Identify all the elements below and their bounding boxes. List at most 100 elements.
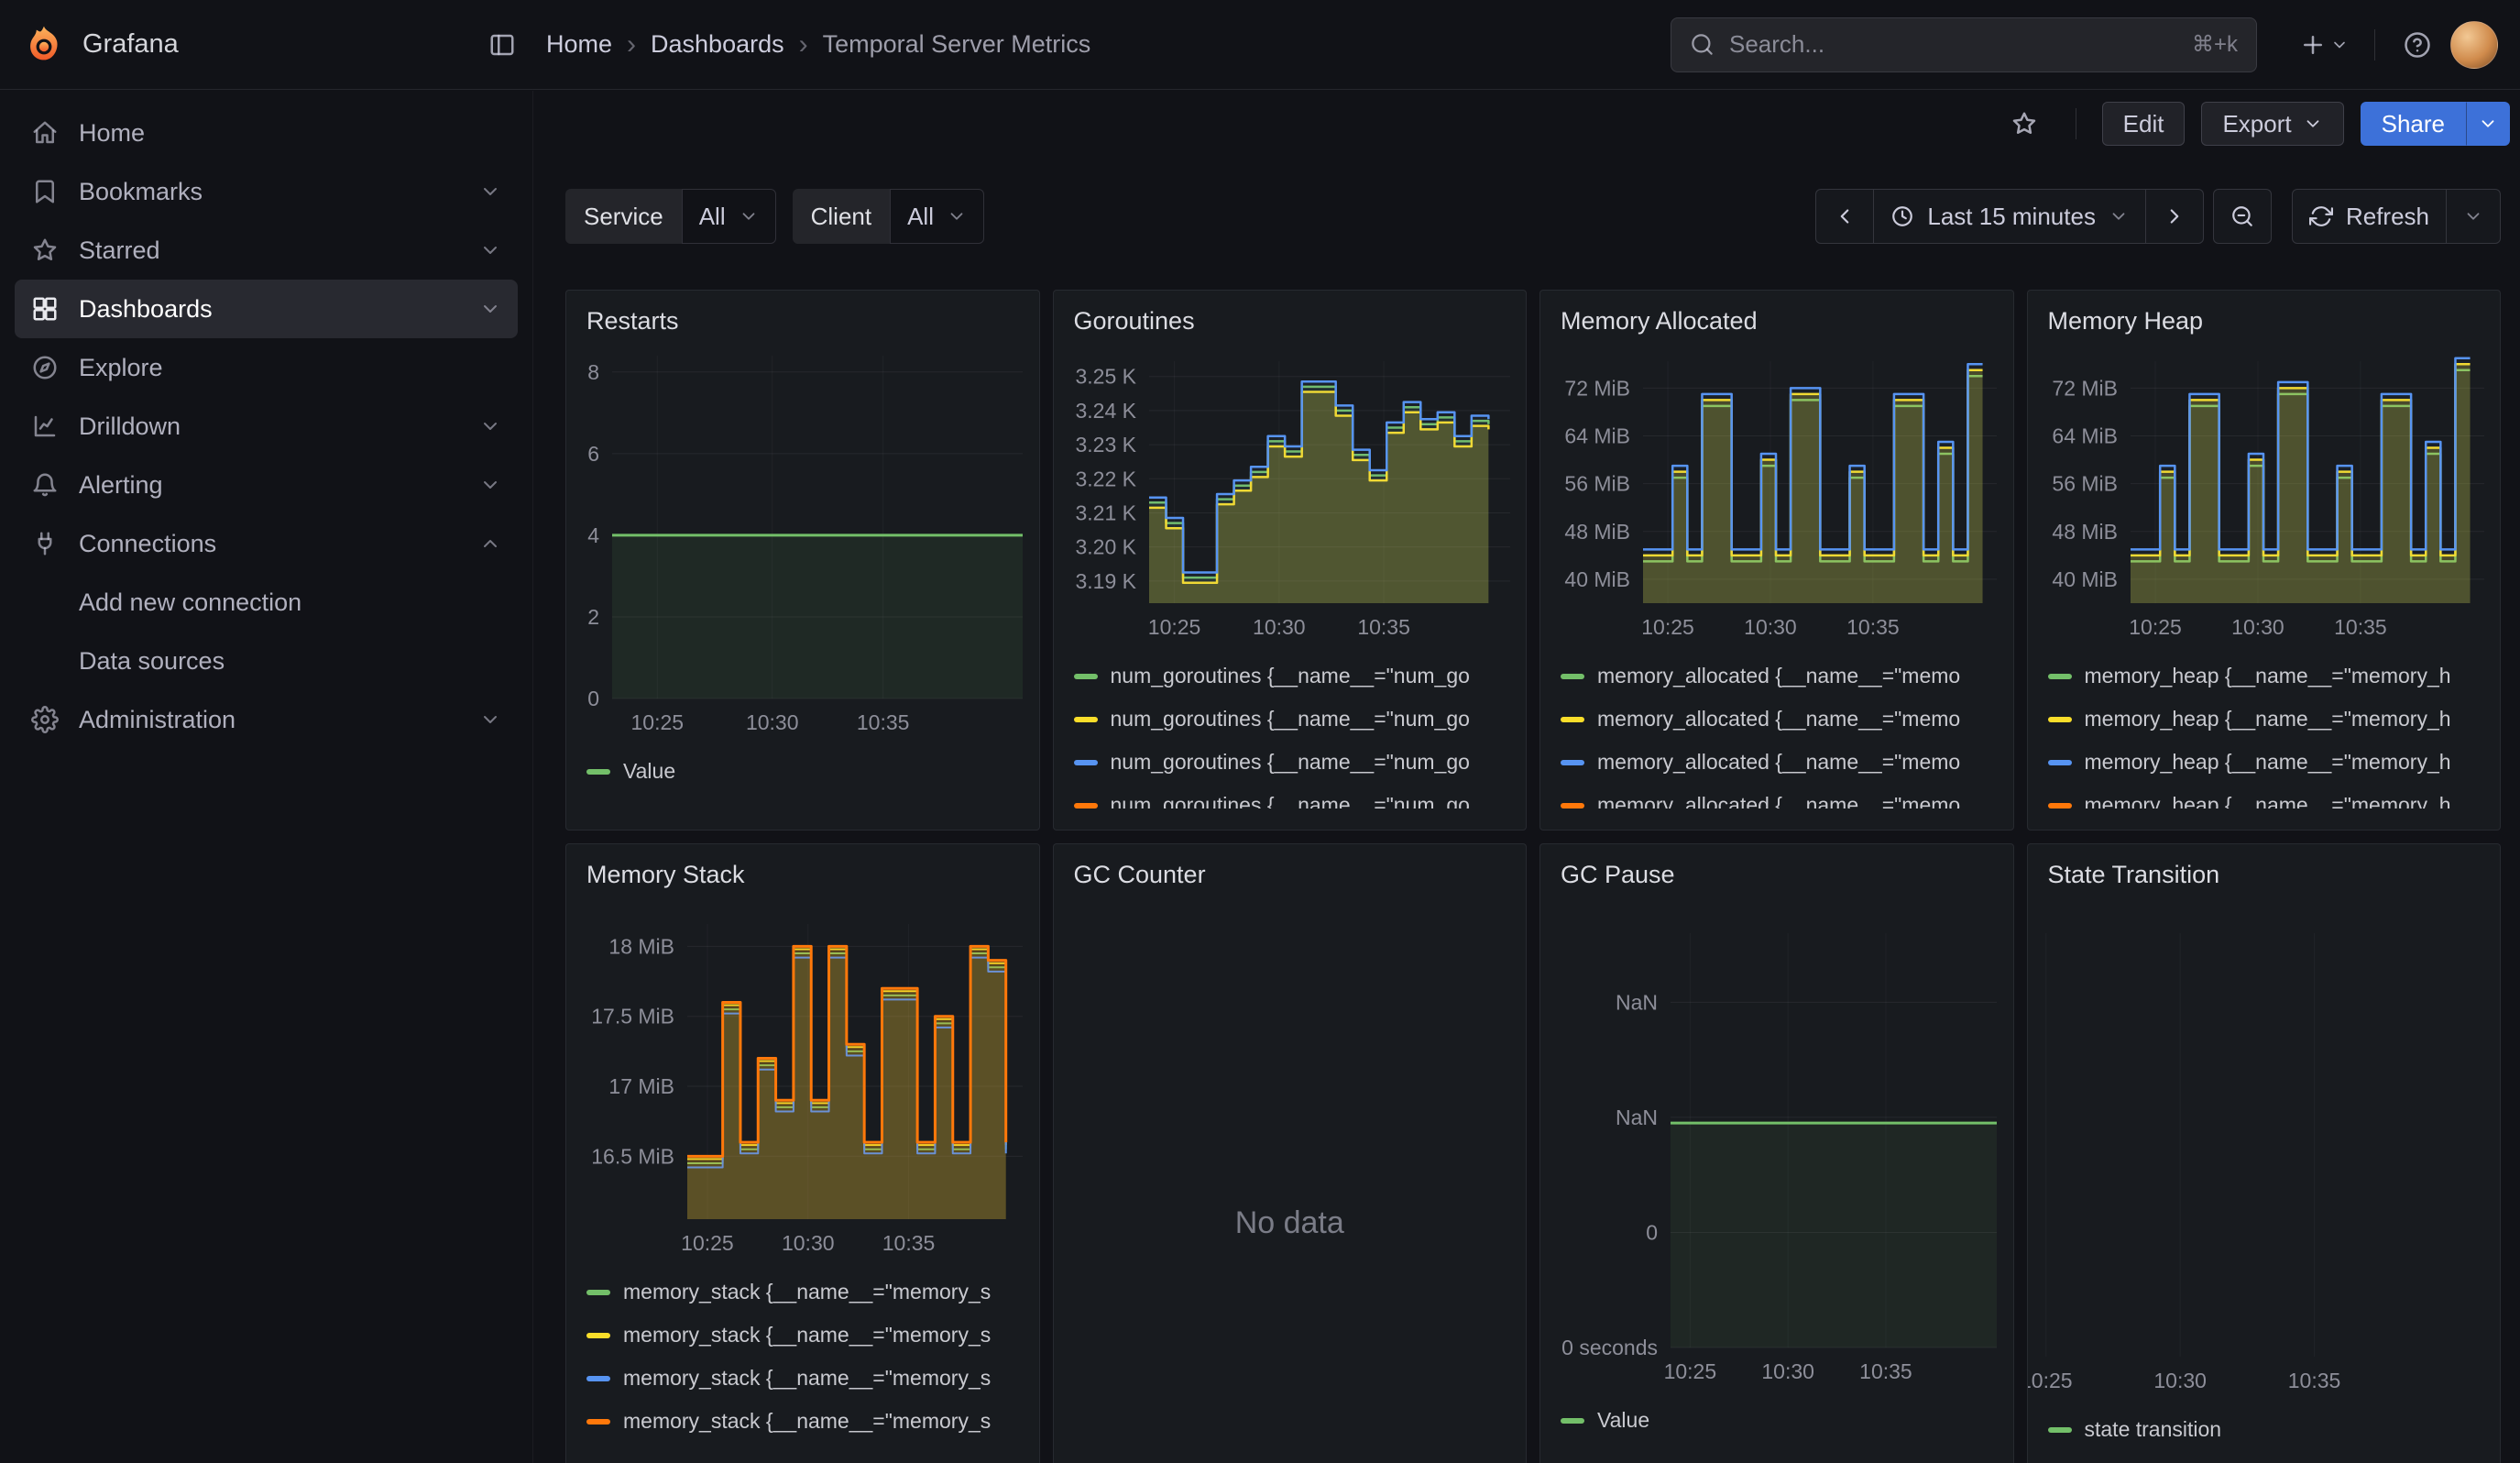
time-shift-forward-button[interactable]	[2145, 189, 2204, 244]
time-series-chart[interactable]: 0 seconds0NaNNaN10:2510:3010:35	[1540, 889, 2013, 1390]
legend-item[interactable]: memory_heap {__name__="memory_h	[2048, 741, 2481, 784]
legend-item[interactable]: memory_stack {__name__="memory_s	[586, 1270, 1019, 1314]
svg-text:40 MiB: 40 MiB	[2052, 567, 2118, 591]
help-button[interactable]	[2392, 19, 2443, 71]
sidebar-item-data-sources[interactable]: Data sources	[15, 632, 518, 690]
sidebar-item-alerting[interactable]: Alerting	[15, 456, 518, 514]
svg-text:72 MiB: 72 MiB	[2052, 376, 2118, 400]
sidebar-item-administration[interactable]: Administration	[15, 690, 518, 749]
sidebar-item-connections[interactable]: Connections	[15, 514, 518, 573]
variable-client-value[interactable]: All	[890, 189, 984, 244]
favorite-button[interactable]	[1999, 98, 2050, 149]
legend-item[interactable]: memory_allocated {__name__="memo	[1561, 741, 1993, 784]
legend-item[interactable]: memory_heap {__name__="memory_h	[2048, 654, 2481, 698]
chevron-down-icon[interactable]	[479, 415, 501, 437]
legend-item[interactable]: state transition	[2048, 1408, 2481, 1451]
chevron-down-icon[interactable]	[479, 181, 501, 203]
time-range-picker[interactable]: Last 15 minutes	[1873, 189, 2146, 244]
legend-item[interactable]: memory_heap {__name__="memory_h	[2048, 698, 2481, 741]
drilldown-icon	[31, 412, 59, 440]
legend-item[interactable]: num_goroutines {__name__="num_go	[1074, 698, 1507, 741]
legend-series-label: memory_stack {__name__="memory_s	[623, 1323, 991, 1348]
svg-text:3.19 K: 3.19 K	[1075, 569, 1136, 593]
sidebar-toggle-button[interactable]	[477, 19, 528, 71]
refresh-interval-button[interactable]	[2446, 189, 2501, 244]
legend-series-label: memory_heap {__name__="memory_h	[2085, 664, 2451, 688]
variable-service-selected: All	[699, 203, 726, 231]
chevron-down-icon	[2109, 206, 2129, 226]
breadcrumb-separator: ›	[799, 31, 808, 59]
sidebar-item-add-new-connection[interactable]: Add new connection	[15, 573, 518, 632]
legend-item[interactable]: Value	[586, 750, 1019, 793]
legend-series-marker	[2048, 760, 2072, 765]
time-series-chart[interactable]: 40 MiB48 MiB56 MiB64 MiB72 MiB10:2510:30…	[2028, 336, 2501, 645]
breadcrumb-home[interactable]: Home	[546, 30, 612, 59]
panel-memory-stack: Memory Stack 16.5 MiB17 MiB17.5 MiB18 Mi…	[565, 843, 1040, 1463]
panel-title[interactable]: GC Pause	[1540, 844, 2013, 889]
edit-button[interactable]: Edit	[2102, 102, 2186, 146]
share-button[interactable]: Share	[2361, 102, 2466, 146]
legend-item[interactable]: memory_stack {__name__="memory_s	[586, 1357, 1019, 1400]
legend-item[interactable]: memory_heap {__name__="memory_h	[2048, 784, 2481, 808]
search-input[interactable]	[1729, 30, 2177, 59]
grafana-logo[interactable]	[22, 23, 66, 67]
legend-item[interactable]: Value	[1561, 1399, 1993, 1442]
search-box[interactable]: ⌘+k	[1671, 17, 2257, 72]
sidebar-item-label: Connections	[79, 530, 216, 558]
legend-item[interactable]: memory_stack {__name__="memory_s	[586, 1400, 1019, 1443]
panel-title[interactable]: Goroutines	[1054, 291, 1527, 336]
dashboards-grid-icon	[31, 295, 59, 323]
panel-title[interactable]: Memory Allocated	[1540, 291, 2013, 336]
legend-item[interactable]: memory_stack {__name__="memory_s	[586, 1314, 1019, 1357]
sidebar-item-home[interactable]: Home	[15, 104, 518, 162]
panel-title[interactable]: GC Counter	[1054, 844, 1527, 889]
variable-client-label: Client	[793, 189, 890, 244]
sidebar-item-explore[interactable]: Explore	[15, 338, 518, 397]
panel-title[interactable]: Restarts	[566, 291, 1039, 336]
legend-series-label: num_goroutines {__name__="num_go	[1111, 664, 1470, 688]
sidebar-item-dashboards[interactable]: Dashboards	[15, 280, 518, 338]
legend-item[interactable]: memory_allocated {__name__="memo	[1561, 784, 1993, 808]
chevron-down-icon[interactable]	[479, 298, 501, 320]
time-series-chart[interactable]: 40 MiB48 MiB56 MiB64 MiB72 MiB10:2510:30…	[1540, 336, 2013, 645]
sidebar-item-bookmarks[interactable]: Bookmarks	[15, 162, 518, 221]
zoom-out-button[interactable]	[2213, 189, 2272, 244]
new-menu-button[interactable]	[2290, 19, 2358, 71]
time-series-chart[interactable]: 3.19 K3.20 K3.21 K3.22 K3.23 K3.24 K3.25…	[1054, 336, 1527, 645]
search-icon	[1690, 32, 1715, 57]
export-button[interactable]: Export	[2201, 102, 2343, 146]
svg-text:10:25: 10:25	[1641, 615, 1694, 639]
chart-legend: memory_allocated {__name__="memomemory_a…	[1540, 654, 2013, 808]
time-controls: Last 15 minutes Refresh	[1815, 189, 2501, 244]
sidebar-item-drilldown[interactable]: Drilldown	[15, 397, 518, 456]
chevron-down-icon[interactable]	[479, 709, 501, 731]
legend-series-label: memory_stack {__name__="memory_s	[623, 1409, 991, 1434]
time-series-chart[interactable]: 0246810:2510:3010:35	[566, 336, 1039, 741]
chevron-up-icon[interactable]	[479, 533, 501, 555]
share-menu-button[interactable]	[2466, 102, 2510, 146]
panel-title[interactable]: State Transition	[2028, 844, 2501, 889]
svg-text:10:25: 10:25	[1147, 615, 1200, 639]
panel-title[interactable]: Memory Stack	[566, 844, 1039, 889]
sidebar-item-starred[interactable]: Starred	[15, 221, 518, 280]
legend-item[interactable]: memory_allocated {__name__="memo	[1561, 654, 1993, 698]
refresh-button[interactable]: Refresh	[2292, 189, 2447, 244]
time-shift-back-button[interactable]	[1815, 189, 1874, 244]
legend-item[interactable]: num_goroutines {__name__="num_go	[1074, 741, 1507, 784]
legend-item[interactable]: num_goroutines {__name__="num_go	[1074, 784, 1507, 808]
legend-item[interactable]: memory_allocated {__name__="memo	[1561, 698, 1993, 741]
chevron-down-icon[interactable]	[479, 474, 501, 496]
variable-service-value[interactable]: All	[682, 189, 776, 244]
svg-text:10:35: 10:35	[857, 710, 910, 734]
time-series-chart[interactable]: 10:2510:3010:35	[2028, 889, 2501, 1399]
time-series-chart[interactable]: 16.5 MiB17 MiB17.5 MiB18 MiB10:2510:3010…	[566, 889, 1039, 1261]
legend-item[interactable]: num_goroutines {__name__="num_go	[1074, 654, 1507, 698]
user-avatar[interactable]	[2450, 21, 2498, 69]
breadcrumb-dashboards[interactable]: Dashboards	[651, 30, 784, 59]
chevron-down-icon[interactable]	[479, 239, 501, 261]
svg-text:17.5 MiB: 17.5 MiB	[591, 1005, 674, 1028]
panel-title[interactable]: Memory Heap	[2028, 291, 2501, 336]
legend-item[interactable]: shard_item_created	[2048, 1451, 2481, 1463]
panel-state-transition: State Transition 10:2510:3010:35 state t…	[2027, 843, 2502, 1463]
chevron-left-icon	[1833, 204, 1857, 228]
